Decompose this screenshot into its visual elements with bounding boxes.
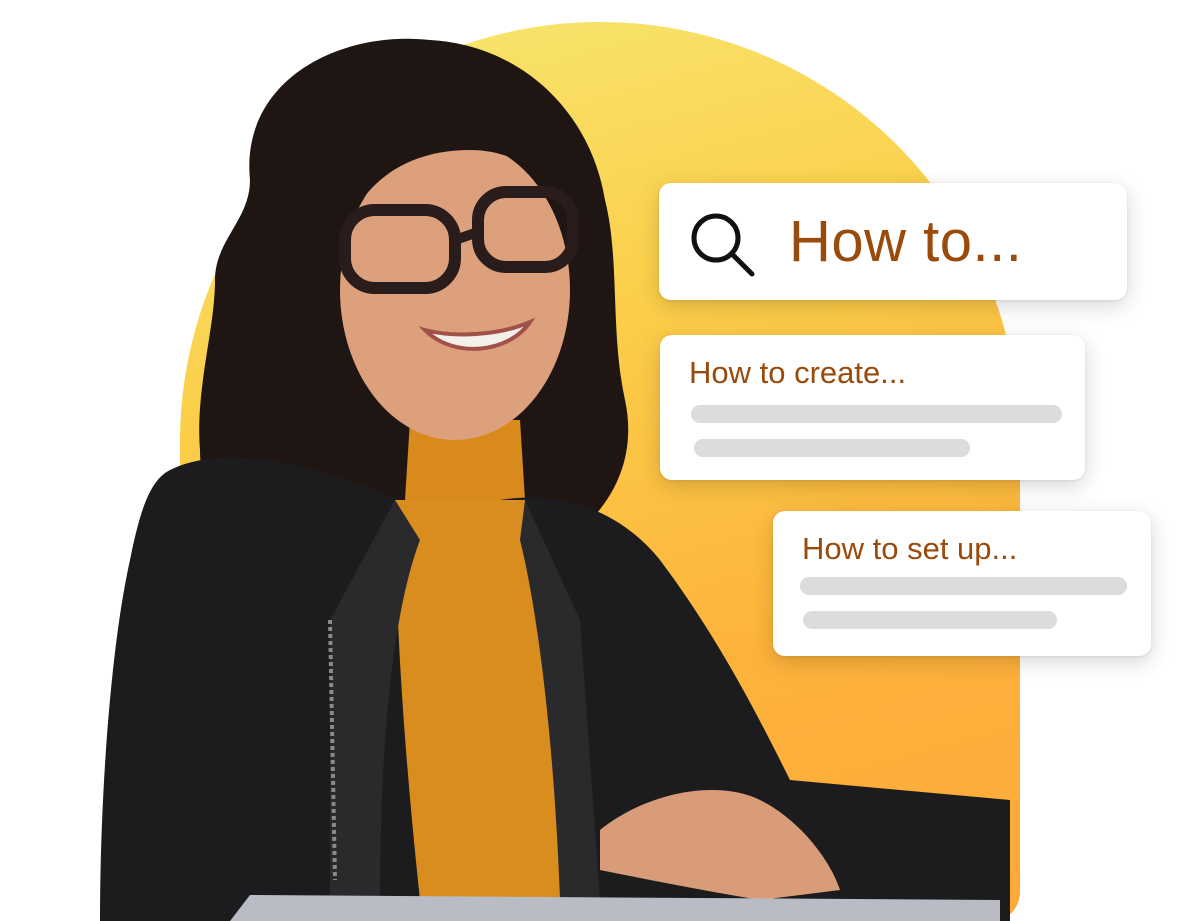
search-suggestion-card[interactable]: How to set up...: [773, 511, 1151, 656]
hero-illustration: How to... How to create... How to set up…: [0, 0, 1199, 921]
suggestion-title: How to set up...: [802, 531, 1018, 566]
placeholder-line: [803, 611, 1057, 629]
placeholder-line: [800, 577, 1127, 595]
search-suggestion-card[interactable]: How to create...: [660, 335, 1085, 480]
placeholder-line: [694, 439, 970, 457]
search-bar[interactable]: How to...: [659, 183, 1127, 300]
search-query-text: How to...: [789, 209, 1023, 274]
suggestion-title: How to create...: [689, 355, 907, 390]
placeholder-line: [691, 405, 1062, 423]
search-icon: [688, 210, 760, 282]
